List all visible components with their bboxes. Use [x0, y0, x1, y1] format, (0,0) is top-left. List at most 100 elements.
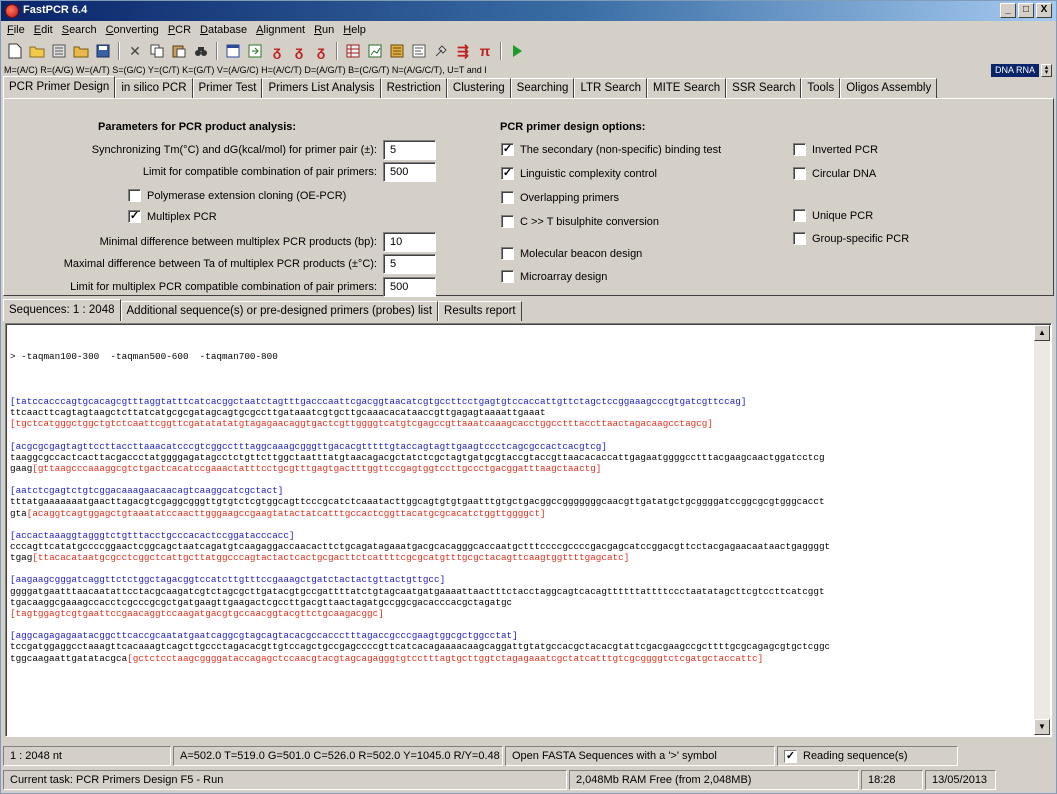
- linguistic-checkbox[interactable]: ✓ Linguistic complexity control: [501, 167, 657, 180]
- forward-primer-line: [aagaagcgggatcaggttctctggctagacggtccatct…: [10, 574, 446, 586]
- current-task: Current task: PCR Primers Design F5 - Ru…: [3, 770, 567, 790]
- tab-mite-search[interactable]: MITE Search: [646, 78, 727, 98]
- unique-pcr-label: Unique PCR: [812, 209, 874, 222]
- scroll-down-arrow-icon[interactable]: ▼: [1034, 719, 1050, 735]
- menu-database[interactable]: Database: [196, 21, 252, 40]
- tab-oligos-assembly[interactable]: Oligos Assembly: [840, 78, 938, 98]
- sequence3-icon[interactable]: ᵹ: [311, 41, 331, 61]
- beacon-checkbox[interactable]: Molecular beacon design: [501, 247, 642, 260]
- tab-primers-list-analysis[interactable]: Primers List Analysis: [262, 78, 381, 98]
- dna-rna-spinner[interactable]: ▴ ▾: [1041, 63, 1052, 77]
- sequence-editor[interactable]: > -taqman100-300 -taqman500-600 -taqman7…: [5, 323, 1052, 737]
- circular-dna-label: Circular DNA: [812, 167, 877, 180]
- limit-multi-input[interactable]: 500: [383, 277, 436, 297]
- sequence-text[interactable]: > -taqman100-300 -taqman500-600 -taqman7…: [10, 329, 1032, 675]
- sequence-segment: tggcaagaattgatatacgca: [10, 652, 128, 664]
- sync-input[interactable]: 5: [383, 140, 436, 160]
- cut-icon[interactable]: ✕: [125, 41, 145, 61]
- tab-restriction[interactable]: Restriction: [380, 78, 447, 98]
- limit-input[interactable]: 500: [383, 162, 436, 182]
- title-bar: FastPCR 6.4 _ □ X: [1, 1, 1056, 21]
- bisulphite-label: C >> T bisulphite conversion: [520, 215, 660, 228]
- tab-tools[interactable]: Tools: [801, 78, 841, 98]
- min-diff-input[interactable]: 10: [383, 232, 436, 252]
- secondary-binding-checkbox[interactable]: ✓ The secondary (non-specific) binding te…: [501, 143, 721, 156]
- paste-icon[interactable]: [169, 41, 189, 61]
- checkmark-icon: ✓: [501, 167, 514, 180]
- menu-pcr[interactable]: PCR: [164, 21, 196, 40]
- sequence-icon[interactable]: ᵹ: [267, 41, 287, 61]
- multiplex-checkbox[interactable]: ✓ Multiplex PCR: [128, 210, 217, 223]
- tab-results-report[interactable]: Results report: [438, 301, 522, 321]
- reverse-primer-line: [tagtggagtcgtgaattccgaacaggtccaagatgacgt…: [10, 608, 384, 620]
- bisulphite-checkbox[interactable]: C >> T bisulphite conversion: [501, 215, 659, 228]
- nt-count: 1 : 2048 nt: [3, 746, 171, 766]
- checkbox-box: [793, 167, 806, 180]
- sequence2-icon[interactable]: ᵹ: [289, 41, 309, 61]
- menu-alignment[interactable]: Alignment: [252, 21, 310, 40]
- scroll-up-arrow-icon[interactable]: ▲: [1034, 325, 1050, 341]
- tab-sequences[interactable]: Sequences: 1 : 2048: [3, 299, 121, 321]
- checkbox-box: [501, 191, 514, 204]
- dna-rna-switch: DNA RNA ▴ ▾: [990, 63, 1052, 77]
- tab-in-silico-pcr[interactable]: in silico PCR: [115, 78, 193, 98]
- vertical-scrollbar[interactable]: ▲ ▼: [1034, 325, 1050, 735]
- network-icon[interactable]: π: [475, 41, 495, 61]
- tab-pcr-primer-design[interactable]: PCR Primer Design: [3, 76, 116, 98]
- copy-icon[interactable]: [147, 41, 167, 61]
- tab-additional-sequences[interactable]: Additional sequence(s) or pre-designed p…: [120, 301, 439, 321]
- sequence-segment: gta: [10, 507, 27, 519]
- checkbox-box: [501, 247, 514, 260]
- open-folder-icon[interactable]: [27, 41, 47, 61]
- chart-icon[interactable]: [365, 41, 385, 61]
- maximize-button[interactable]: □: [1018, 3, 1034, 18]
- gel-icon[interactable]: [387, 41, 407, 61]
- toolbar-separator: [216, 42, 218, 60]
- new-file-icon[interactable]: [5, 41, 25, 61]
- minimize-button[interactable]: _: [1000, 3, 1016, 18]
- dna-rna-label[interactable]: DNA RNA: [990, 63, 1039, 77]
- group-specific-checkbox[interactable]: Group-specific PCR: [793, 232, 909, 245]
- close-button[interactable]: X: [1036, 3, 1052, 18]
- run-icon[interactable]: [507, 41, 527, 61]
- checkbox-box: [501, 215, 514, 228]
- unique-pcr-checkbox[interactable]: Unique PCR: [793, 209, 873, 222]
- circular-dna-checkbox[interactable]: Circular DNA: [793, 167, 876, 180]
- tab-ltr-search[interactable]: LTR Search: [574, 78, 647, 98]
- sequence-line: tgacaaggcgaaagccacctcgcccgcgctgatgaagttg…: [10, 596, 513, 608]
- primer-icon[interactable]: ⇶: [453, 41, 473, 61]
- menu-converting[interactable]: Converting: [102, 21, 164, 40]
- open-icon[interactable]: [71, 41, 91, 61]
- reverse-primer-line: [tgctcatgggctggctgtctcaattcggttcgatatata…: [10, 418, 713, 430]
- overlapping-checkbox[interactable]: Overlapping primers: [501, 191, 619, 204]
- oe-pcr-label: Polymerase extension cloning (OE-PCR): [147, 189, 347, 202]
- ram-status: 2,048Mb RAM Free (from 2,048MB): [569, 770, 859, 790]
- oe-pcr-checkbox[interactable]: Polymerase extension cloning (OE-PCR): [128, 189, 346, 202]
- window-icon[interactable]: [223, 41, 243, 61]
- sequence-line: tccgatggaggcctaaagttcacaaagtcagcttgcccta…: [10, 641, 831, 653]
- microarray-checkbox[interactable]: Microarray design: [501, 270, 607, 283]
- inverted-pcr-checkbox[interactable]: Inverted PCR: [793, 143, 878, 156]
- find-icon[interactable]: [191, 41, 211, 61]
- reading-sequence-checkbox[interactable]: ✓ Reading sequence(s): [777, 746, 958, 766]
- list-icon[interactable]: [49, 41, 69, 61]
- tools-icon[interactable]: [431, 41, 451, 61]
- tab-primer-test[interactable]: Primer Test: [192, 78, 263, 98]
- menu-edit[interactable]: Edit: [30, 21, 58, 40]
- tab-searching[interactable]: Searching: [510, 78, 575, 98]
- menu-search[interactable]: Search: [58, 21, 102, 40]
- tree-icon[interactable]: [409, 41, 429, 61]
- table-icon[interactable]: [343, 41, 363, 61]
- menu-file[interactable]: File: [3, 21, 30, 40]
- sequence-header: > -taqman100-300 -taqman500-600 -taqman7…: [10, 351, 278, 363]
- tab-ssr-search[interactable]: SSR Search: [726, 78, 802, 98]
- save-icon[interactable]: [93, 41, 113, 61]
- sequence-line: gta[acaggtcagtggagctgtaaatatccaacttgggaa…: [10, 508, 1032, 519]
- menu-run[interactable]: Run: [310, 21, 339, 40]
- export-icon[interactable]: [245, 41, 265, 61]
- reverse-primer-segment: [gctctcctaagcggggataccagagctccaacgtacgta…: [127, 652, 764, 664]
- max-diff-input[interactable]: 5: [383, 254, 436, 274]
- fasta-hint: Open FASTA Sequences with a '>' symbol: [505, 746, 775, 766]
- tab-clustering[interactable]: Clustering: [446, 78, 511, 98]
- menu-help[interactable]: Help: [339, 21, 371, 40]
